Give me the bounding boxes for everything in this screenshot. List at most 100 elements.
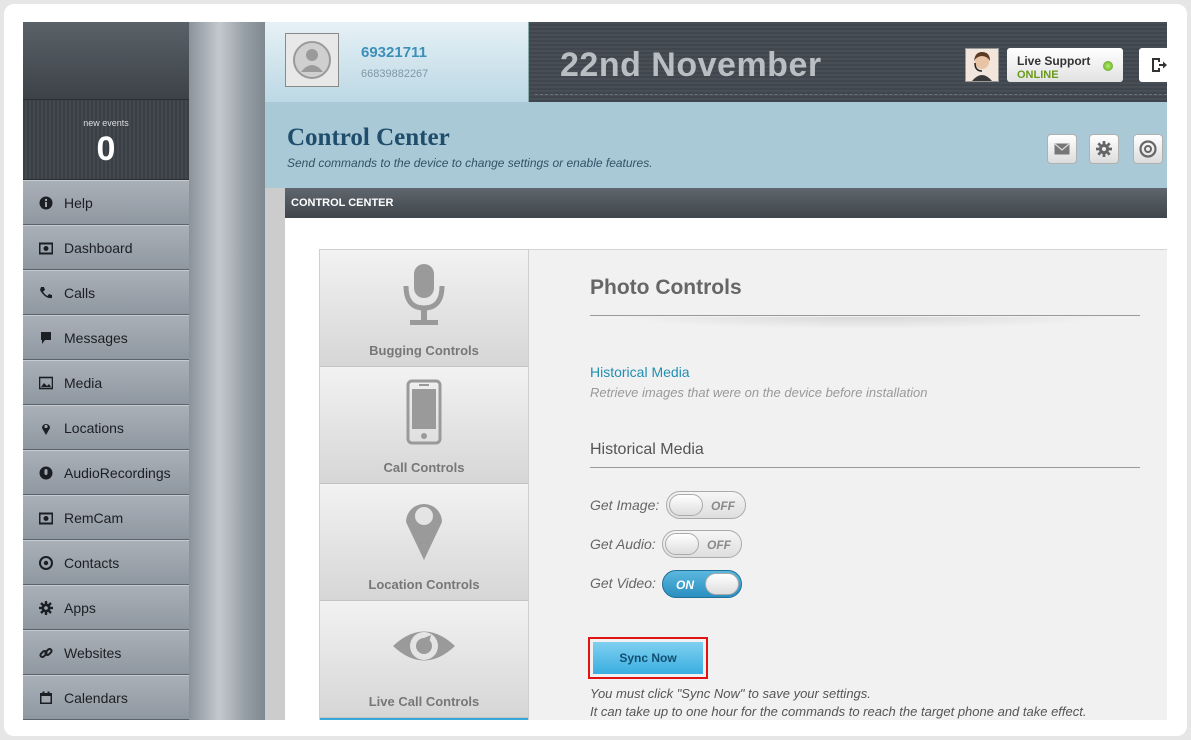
settings-button[interactable] bbox=[1089, 134, 1119, 164]
sidebar-item-label: Apps bbox=[64, 599, 96, 616]
sidebar-item-label: Media bbox=[64, 374, 103, 391]
sidebar-item-label: Calls bbox=[64, 284, 96, 301]
menu-item-bugging-controls[interactable]: Bugging Controls bbox=[320, 250, 528, 367]
sync-note-delay: It can take up to one hour for the comma… bbox=[590, 704, 1087, 719]
get-image-toggle[interactable]: OFF bbox=[666, 491, 746, 519]
sidebar-item-calendars[interactable]: Calendars bbox=[23, 675, 189, 720]
metal-divider bbox=[189, 22, 265, 720]
logout-button[interactable] bbox=[1139, 48, 1167, 82]
menu-item-label: Live Call Controls bbox=[368, 694, 480, 709]
at-sign-icon bbox=[1139, 140, 1157, 158]
sidebar-item-locations[interactable]: Locations bbox=[23, 405, 189, 450]
sidebar-item-label: Contacts bbox=[64, 554, 120, 571]
toggle-state: OFF bbox=[711, 499, 735, 513]
sidebar: new events 0 Help Dashboard Calls Messag… bbox=[23, 22, 189, 720]
menu-item-label: Bugging Controls bbox=[369, 343, 479, 358]
app: new events 0 Help Dashboard Calls Messag… bbox=[23, 22, 1167, 720]
sidebar-item-label: Dashboard bbox=[64, 239, 133, 256]
calendar-icon bbox=[39, 691, 53, 705]
sidebar-item-calls[interactable]: Calls bbox=[23, 270, 189, 315]
account-box[interactable]: 69321711 66839882267 bbox=[265, 22, 529, 102]
menu-item-label: Location Controls bbox=[368, 577, 480, 592]
new-events-counter[interactable]: new events 0 bbox=[23, 100, 189, 180]
map-pin-icon bbox=[406, 504, 442, 560]
image-icon bbox=[39, 376, 53, 390]
new-events-label: new events bbox=[83, 118, 129, 128]
support-status: ONLINE bbox=[1017, 69, 1059, 81]
toggle-knob bbox=[705, 573, 739, 595]
menu-item-photo-controls-indicator[interactable] bbox=[320, 718, 528, 720]
photo-controls-panel: Photo Controls Historical Media Retrieve… bbox=[529, 249, 1167, 720]
avatar bbox=[285, 33, 339, 87]
menu-item-live-call-controls[interactable]: Live Call Controls bbox=[320, 601, 528, 718]
header: 69321711 66839882267 22nd November Live … bbox=[265, 22, 1167, 102]
section-heading: Historical Media bbox=[590, 441, 704, 458]
support-agent-avatar bbox=[965, 48, 999, 82]
sidebar-item-contacts[interactable]: Contacts bbox=[23, 540, 189, 585]
eye-icon bbox=[393, 631, 455, 661]
sync-now-highlight: Sync Now bbox=[588, 637, 708, 679]
envelope-icon bbox=[1054, 143, 1070, 155]
controls-menu: Bugging Controls Call Controls Location … bbox=[319, 249, 529, 720]
sidebar-item-apps[interactable]: Apps bbox=[23, 585, 189, 630]
info-icon bbox=[39, 196, 53, 210]
get-audio-toggle[interactable]: OFF bbox=[662, 530, 742, 558]
menu-item-label: Call Controls bbox=[383, 460, 465, 475]
panel-title: Photo Controls bbox=[590, 276, 742, 299]
sidebar-item-label: AudioRecordings bbox=[64, 464, 171, 481]
phone-icon bbox=[39, 286, 53, 300]
sidebar-logo-area bbox=[23, 22, 189, 100]
mobile-phone-icon bbox=[406, 379, 442, 445]
camera-icon bbox=[39, 511, 53, 525]
sidebar-item-label: Websites bbox=[64, 644, 122, 661]
content-area: Bugging Controls Call Controls Location … bbox=[285, 218, 1167, 720]
current-date: 22nd November bbox=[560, 46, 822, 84]
online-indicator-icon bbox=[1103, 61, 1113, 71]
page-header: Control Center Send commands to the devi… bbox=[265, 102, 1167, 188]
message-button[interactable] bbox=[1047, 134, 1077, 164]
gear-icon bbox=[39, 600, 53, 615]
sidebar-item-label: Messages bbox=[64, 329, 128, 346]
account-button[interactable] bbox=[1133, 134, 1163, 164]
sidebar-item-messages[interactable]: Messages bbox=[23, 315, 189, 360]
sidebar-item-label: Calendars bbox=[64, 689, 128, 706]
sidebar-item-dashboard[interactable]: Dashboard bbox=[23, 225, 189, 270]
mic-icon bbox=[39, 466, 53, 480]
page-title: Control Center bbox=[287, 124, 450, 151]
sync-now-button[interactable]: Sync Now bbox=[593, 642, 703, 674]
get-video-toggle[interactable]: ON bbox=[662, 570, 742, 598]
account-phone: 66839882267 bbox=[361, 68, 429, 80]
sidebar-item-label: Help bbox=[64, 194, 93, 211]
section-bar: CONTROL CENTER bbox=[285, 188, 1167, 218]
link-icon bbox=[39, 646, 53, 660]
divider bbox=[590, 315, 1140, 316]
divider bbox=[590, 467, 1140, 468]
account-id: 69321711 bbox=[361, 44, 427, 61]
get-audio-label: Get Audio: bbox=[590, 536, 656, 552]
logout-icon bbox=[1152, 58, 1167, 72]
header-divider bbox=[535, 94, 1167, 95]
sync-note: You must click "Sync Now" to save your s… bbox=[590, 686, 871, 701]
user-icon bbox=[293, 41, 331, 79]
camera-icon bbox=[39, 241, 53, 255]
contact-icon bbox=[39, 555, 53, 570]
sidebar-item-websites[interactable]: Websites bbox=[23, 630, 189, 675]
sidebar-item-media[interactable]: Media bbox=[23, 360, 189, 405]
toggle-state: OFF bbox=[707, 538, 731, 552]
divider-shadow bbox=[619, 317, 1109, 329]
sidebar-item-label: RemCam bbox=[64, 509, 124, 526]
sidebar-item-audiorecordings[interactable]: AudioRecordings bbox=[23, 450, 189, 495]
headset-agent-icon bbox=[966, 49, 998, 81]
sidebar-item-remcam[interactable]: RemCam bbox=[23, 495, 189, 540]
live-support-button[interactable]: Live Support ONLINE bbox=[1007, 48, 1123, 82]
historical-media-link[interactable]: Historical Media bbox=[590, 364, 690, 380]
menu-item-call-controls[interactable]: Call Controls bbox=[320, 367, 528, 484]
gear-icon bbox=[1096, 141, 1112, 157]
get-video-label: Get Video: bbox=[590, 575, 656, 591]
chat-icon bbox=[39, 331, 53, 345]
menu-item-location-controls[interactable]: Location Controls bbox=[320, 484, 528, 601]
new-events-count: 0 bbox=[96, 130, 116, 168]
microphone-icon bbox=[403, 264, 445, 325]
sidebar-item-help[interactable]: Help bbox=[23, 180, 189, 225]
sidebar-item-label: Locations bbox=[64, 419, 124, 436]
